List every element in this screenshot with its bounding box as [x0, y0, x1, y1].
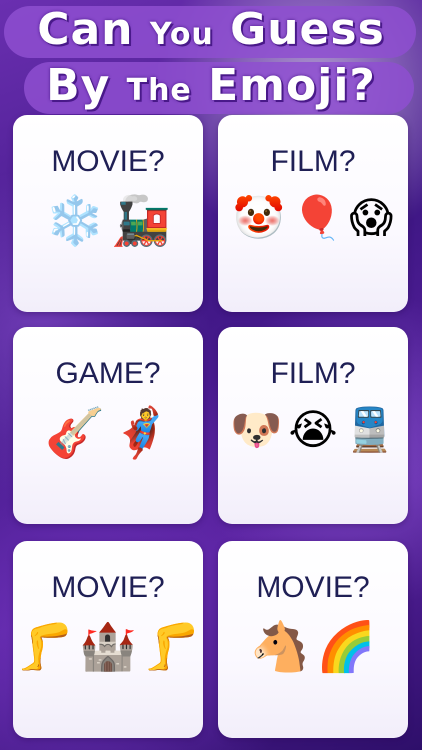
puzzle-category: GAME?: [55, 357, 161, 390]
leg-emoji: 🦵: [142, 619, 200, 673]
title-line-2: By The Emoji?: [0, 60, 422, 111]
locomotive-emoji: 🚂: [111, 193, 171, 249]
rainbow-emoji: 🌈: [316, 619, 376, 675]
title-line-1: Can You Guess: [0, 4, 422, 55]
emoji-clue-row: 🐶 😭 🚆: [218, 409, 408, 451]
puzzle-card[interactable]: FILM? 🐶 😭 🚆: [218, 327, 408, 524]
snowflake-emoji: ❄️: [45, 193, 105, 249]
puzzle-card[interactable]: MOVIE? 🐴 🌈: [218, 541, 408, 738]
title-word-the: The: [126, 73, 192, 108]
dog-emoji: 🐶: [230, 405, 283, 454]
emoji-clue-row: ❄️ 🚂: [13, 197, 203, 245]
emoji-clue-row: 🤡 🎈 😱: [218, 197, 408, 239]
screaming-face-emoji: 😱: [349, 193, 394, 242]
emoji-clue-row: 🦵 🏰 🦵: [13, 623, 203, 669]
guitar-emoji: 🎸: [45, 405, 105, 461]
puzzle-card[interactable]: FILM? 🤡 🎈 😱: [218, 115, 408, 312]
leg-emoji: 🦵: [16, 619, 74, 673]
puzzle-card[interactable]: MOVIE? ❄️ 🚂: [13, 115, 203, 312]
title-word-emoji: Emoji?: [208, 60, 376, 111]
crying-face-emoji: 😭: [288, 405, 338, 454]
superhero-emoji: 🦸: [111, 405, 171, 461]
balloon-emoji: 🎈: [291, 193, 344, 242]
puzzle-category: MOVIE?: [51, 571, 165, 604]
emoji-clue-row: 🐴 🌈: [218, 623, 408, 671]
puzzle-category: MOVIE?: [51, 145, 165, 178]
puzzle-category: FILM?: [270, 145, 356, 178]
emoji-clue-row: 🎸 🦸: [13, 409, 203, 457]
title-word-can: Can: [37, 4, 134, 55]
puzzle-card[interactable]: MOVIE? 🦵 🏰 🦵: [13, 541, 203, 738]
puzzle-category: FILM?: [270, 357, 356, 390]
puzzle-category: MOVIE?: [256, 571, 370, 604]
puzzle-card[interactable]: GAME? 🎸 🦸: [13, 327, 203, 524]
title-word-by: By: [46, 60, 111, 111]
castle-emoji: 🏰: [79, 619, 137, 673]
train-emoji: 🚆: [343, 405, 396, 454]
horse-emoji: 🐴: [250, 619, 310, 675]
title-word-guess: Guess: [230, 4, 385, 55]
title-banner: Can You Guess By The Emoji?: [0, 0, 422, 125]
title-word-you: You: [149, 17, 214, 52]
clown-emoji: 🤡: [232, 193, 286, 242]
